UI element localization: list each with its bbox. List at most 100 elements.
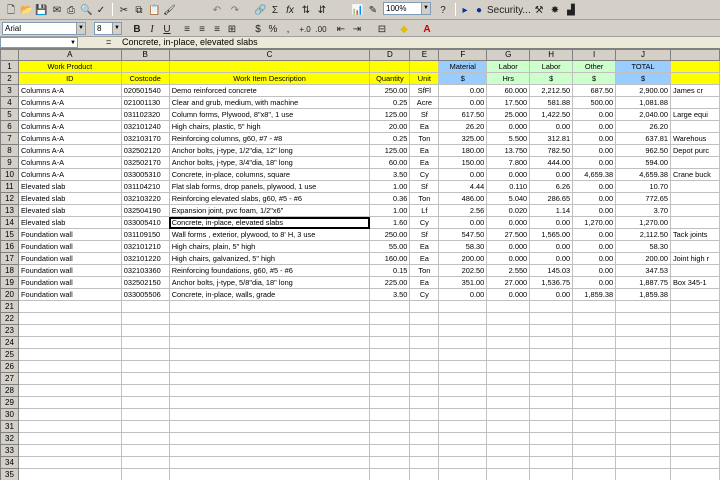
table-cell[interactable] xyxy=(438,408,488,421)
table-cell[interactable]: 0.00 xyxy=(529,288,574,301)
table-cell[interactable] xyxy=(669,348,720,361)
table-cell[interactable] xyxy=(529,360,574,373)
table-cell[interactable]: High chairs, plain, 5" high xyxy=(168,240,371,253)
table-cell[interactable] xyxy=(669,396,720,409)
table-cell[interactable] xyxy=(572,360,617,373)
table-cell[interactable]: 0.000 xyxy=(486,216,531,229)
table-cell[interactable] xyxy=(615,444,671,457)
header-cell[interactable]: TOTAL xyxy=(615,60,671,73)
table-cell[interactable]: Demo reinforced concrete xyxy=(168,84,371,97)
table-cell[interactable]: 145.03 xyxy=(529,264,574,277)
table-cell[interactable]: 032101210 xyxy=(120,240,170,253)
header-cell[interactable]: Work Product xyxy=(17,60,122,73)
table-cell[interactable] xyxy=(486,396,531,409)
table-cell[interactable]: 0.000 xyxy=(486,120,531,133)
table-cell[interactable]: 1,887.75 xyxy=(615,276,671,289)
table-cell[interactable]: 4,659.38 xyxy=(615,168,671,181)
table-cell[interactable]: 1.60 xyxy=(369,216,411,229)
table-cell[interactable]: 0.00 xyxy=(572,192,617,205)
column-header[interactable]: B xyxy=(120,49,170,61)
table-cell[interactable]: 0.36 xyxy=(369,192,411,205)
table-cell[interactable] xyxy=(572,420,617,433)
table-cell[interactable] xyxy=(669,456,720,469)
table-cell[interactable] xyxy=(615,384,671,397)
tools-icon[interactable]: ⚒ xyxy=(532,2,546,17)
table-cell[interactable] xyxy=(369,372,411,385)
table-cell[interactable] xyxy=(120,432,170,445)
formula-content[interactable]: Concrete, in-place, elevated slabs xyxy=(122,37,258,48)
table-cell[interactable] xyxy=(409,312,440,325)
table-cell[interactable] xyxy=(669,468,720,480)
table-cell[interactable]: 032103170 xyxy=(120,132,170,145)
fill-color-icon[interactable]: ◆ xyxy=(397,21,411,36)
table-cell[interactable]: Ea xyxy=(409,240,440,253)
table-cell[interactable] xyxy=(120,372,170,385)
table-cell[interactable] xyxy=(168,372,371,385)
table-cell[interactable]: 2,212.50 xyxy=(529,84,574,97)
table-cell[interactable] xyxy=(168,444,371,457)
table-cell[interactable] xyxy=(486,384,531,397)
table-cell[interactable] xyxy=(17,432,122,445)
row-header[interactable]: 34 xyxy=(0,456,19,469)
table-cell[interactable] xyxy=(615,468,671,480)
chart-icon[interactable]: ▟ xyxy=(564,2,578,17)
table-cell[interactable]: Ea xyxy=(409,276,440,289)
table-cell[interactable]: 0.25 xyxy=(369,132,411,145)
table-cell[interactable] xyxy=(615,336,671,349)
table-cell[interactable] xyxy=(529,444,574,457)
redo-icon[interactable]: ↷ xyxy=(228,2,242,17)
table-cell[interactable] xyxy=(438,348,488,361)
table-cell[interactable] xyxy=(572,372,617,385)
table-cell[interactable]: 27.000 xyxy=(486,276,531,289)
table-cell[interactable]: 1.00 xyxy=(369,204,411,217)
table-cell[interactable] xyxy=(669,372,720,385)
table-cell[interactable] xyxy=(409,336,440,349)
table-cell[interactable]: Columns A-A xyxy=(17,168,122,181)
align-left-icon[interactable]: ≡ xyxy=(180,21,194,36)
table-cell[interactable]: 7.800 xyxy=(486,156,531,169)
table-cell[interactable]: Concrete, in-place, walls, grade xyxy=(168,288,371,301)
cut-icon[interactable]: ✂ xyxy=(117,2,131,17)
table-cell[interactable] xyxy=(529,396,574,409)
table-cell[interactable] xyxy=(486,420,531,433)
table-cell[interactable]: 1.14 xyxy=(529,204,574,217)
table-cell[interactable]: 486.00 xyxy=(438,192,488,205)
table-cell[interactable] xyxy=(17,420,122,433)
sort-descending-icon[interactable]: ⇵ xyxy=(315,2,329,17)
format-painter-icon[interactable]: 🖌 xyxy=(162,2,176,17)
table-cell[interactable]: 1,270.00 xyxy=(572,216,617,229)
table-cell[interactable]: Sf xyxy=(409,180,440,193)
table-cell[interactable]: Sf xyxy=(409,108,440,121)
row-header[interactable]: 26 xyxy=(0,360,19,373)
table-cell[interactable]: Reinforcing foundations, g60, #5 - #6 xyxy=(168,264,371,277)
table-cell[interactable] xyxy=(572,408,617,421)
table-cell[interactable] xyxy=(17,336,122,349)
table-cell[interactable]: SfFl xyxy=(409,84,440,97)
table-cell[interactable] xyxy=(168,456,371,469)
table-cell[interactable] xyxy=(669,312,720,325)
table-cell[interactable]: Flat slab forms, drop panels, plywood, 1… xyxy=(168,180,371,193)
table-cell[interactable] xyxy=(369,384,411,397)
row-header[interactable]: 30 xyxy=(0,408,19,421)
table-cell[interactable]: Foundation wall xyxy=(17,252,122,265)
table-cell[interactable]: Box 345-1 xyxy=(669,276,720,289)
table-cell[interactable]: 1,422.50 xyxy=(529,108,574,121)
header-cell[interactable]: $ xyxy=(529,72,574,85)
table-cell[interactable] xyxy=(120,408,170,421)
table-cell[interactable]: 160.00 xyxy=(369,252,411,265)
header-cell[interactable]: ID xyxy=(17,72,122,85)
table-cell[interactable] xyxy=(669,264,720,277)
table-cell[interactable] xyxy=(529,468,574,480)
table-cell[interactable]: 58.30 xyxy=(615,240,671,253)
table-cell[interactable]: 3.50 xyxy=(369,168,411,181)
table-cell[interactable] xyxy=(486,300,531,313)
table-cell[interactable] xyxy=(669,156,720,169)
table-cell[interactable] xyxy=(438,312,488,325)
table-cell[interactable] xyxy=(615,408,671,421)
table-cell[interactable]: Ea xyxy=(409,144,440,157)
row-header[interactable]: 3 xyxy=(0,84,19,97)
table-cell[interactable] xyxy=(168,408,371,421)
table-cell[interactable] xyxy=(409,396,440,409)
row-header[interactable]: 25 xyxy=(0,348,19,361)
autosum-icon[interactable]: Σ xyxy=(268,2,282,17)
